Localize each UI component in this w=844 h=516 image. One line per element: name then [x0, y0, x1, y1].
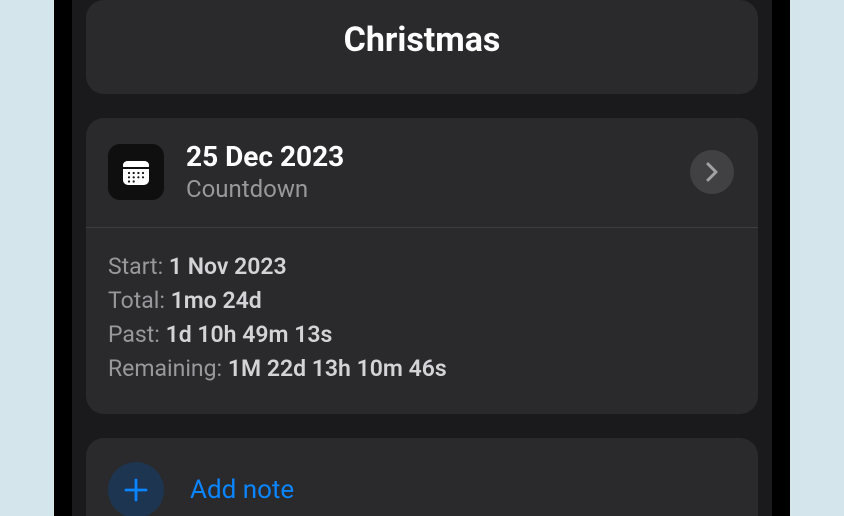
stat-past: Past: 1d 10h 49m 13s: [108, 318, 736, 352]
stat-total: Total: 1mo 24d: [108, 284, 736, 318]
stat-remaining-label: Remaining:: [108, 355, 222, 382]
phone-screen: Christmas: [72, 0, 772, 516]
stat-start-label: Start:: [108, 253, 163, 280]
countdown-text-block: 25 Dec 2023 Countdown: [186, 140, 690, 205]
stat-total-label: Total:: [108, 287, 165, 314]
stat-total-value: 1mo 24d: [171, 287, 262, 314]
chevron-right-icon[interactable]: [690, 150, 734, 194]
stat-past-label: Past:: [108, 321, 160, 348]
phone-frame: Christmas: [54, 0, 790, 516]
page-title: Christmas: [86, 20, 758, 60]
add-note-label: Add note: [190, 475, 294, 505]
title-card: Christmas: [86, 0, 758, 94]
countdown-card: 25 Dec 2023 Countdown Start: 1 Nov 2023 …: [86, 118, 758, 414]
stat-start-value: 1 Nov 2023: [169, 253, 287, 280]
stat-start: Start: 1 Nov 2023: [108, 250, 736, 284]
stat-past-value: 1d 10h 49m 13s: [166, 321, 333, 348]
stats-block: Start: 1 Nov 2023 Total: 1mo 24d Past: 1…: [86, 228, 758, 414]
add-note-card[interactable]: Add note: [86, 438, 758, 516]
plus-icon[interactable]: [108, 462, 164, 516]
countdown-date: 25 Dec 2023: [186, 140, 690, 174]
countdown-label: Countdown: [186, 174, 690, 205]
stat-remaining: Remaining: 1M 22d 13h 10m 46s: [108, 352, 736, 386]
calendar-icon: [108, 144, 164, 200]
stat-remaining-value: 1M 22d 13h 10m 46s: [228, 355, 447, 382]
countdown-header-row[interactable]: 25 Dec 2023 Countdown: [86, 118, 758, 227]
